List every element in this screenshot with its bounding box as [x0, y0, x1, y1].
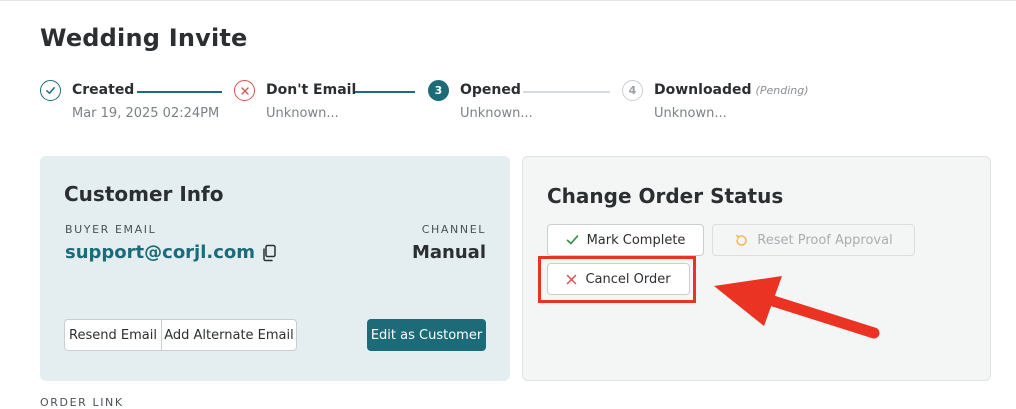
resend-email-button[interactable]: Resend Email: [64, 319, 162, 351]
step-title: Downloaded (Pending): [654, 82, 809, 98]
mark-complete-label: Mark Complete: [586, 232, 686, 248]
step-subtitle: Mar 19, 2025 02:24PM: [72, 106, 220, 121]
step-title-text: Downloaded: [654, 82, 752, 98]
customer-info-panel: Customer Info BUYER EMAIL CHANNEL suppor…: [40, 156, 510, 381]
step-subtitle: Unknown...: [460, 106, 533, 121]
pending-label: (Pending): [755, 84, 809, 97]
reset-proof-approval-label: Reset Proof Approval: [757, 232, 893, 248]
edit-as-customer-button[interactable]: Edit as Customer: [367, 319, 486, 351]
change-order-status-title: Change Order Status: [547, 184, 784, 208]
buyer-email[interactable]: support@corjl.com: [65, 242, 277, 263]
step-connector: [355, 91, 415, 93]
highlight-box: [538, 256, 696, 303]
reset-icon: [734, 233, 749, 248]
step-subtitle: Unknown...: [266, 106, 339, 121]
order-link-label: ORDER LINK: [40, 396, 124, 409]
top-border: [0, 0, 1016, 1]
step-number: 4: [622, 80, 643, 101]
annotation-arrow-icon: [714, 276, 880, 339]
x-icon: [234, 80, 255, 101]
add-alternate-email-button[interactable]: Add Alternate Email: [161, 319, 297, 351]
check-icon: [566, 234, 579, 246]
step-title: Don't Email: [266, 82, 357, 98]
step-title: Opened: [460, 82, 521, 98]
step-title: Created: [72, 82, 135, 98]
step-connector: [137, 91, 222, 93]
buyer-email-label: BUYER EMAIL: [65, 223, 157, 236]
customer-info-title: Customer Info: [64, 182, 224, 206]
channel-label: CHANNEL: [421, 223, 486, 236]
reset-proof-approval-button: Reset Proof Approval: [712, 224, 915, 256]
mark-complete-button[interactable]: Mark Complete: [547, 224, 704, 256]
step-number: 3: [428, 80, 449, 101]
copy-icon[interactable]: [261, 244, 277, 262]
step-connector: [523, 91, 610, 93]
channel-value: Manual: [411, 242, 486, 263]
check-icon: [40, 80, 61, 101]
buyer-email-text[interactable]: support@corjl.com: [65, 242, 255, 263]
page-title: Wedding Invite: [40, 24, 248, 52]
step-subtitle: Unknown...: [654, 106, 727, 121]
